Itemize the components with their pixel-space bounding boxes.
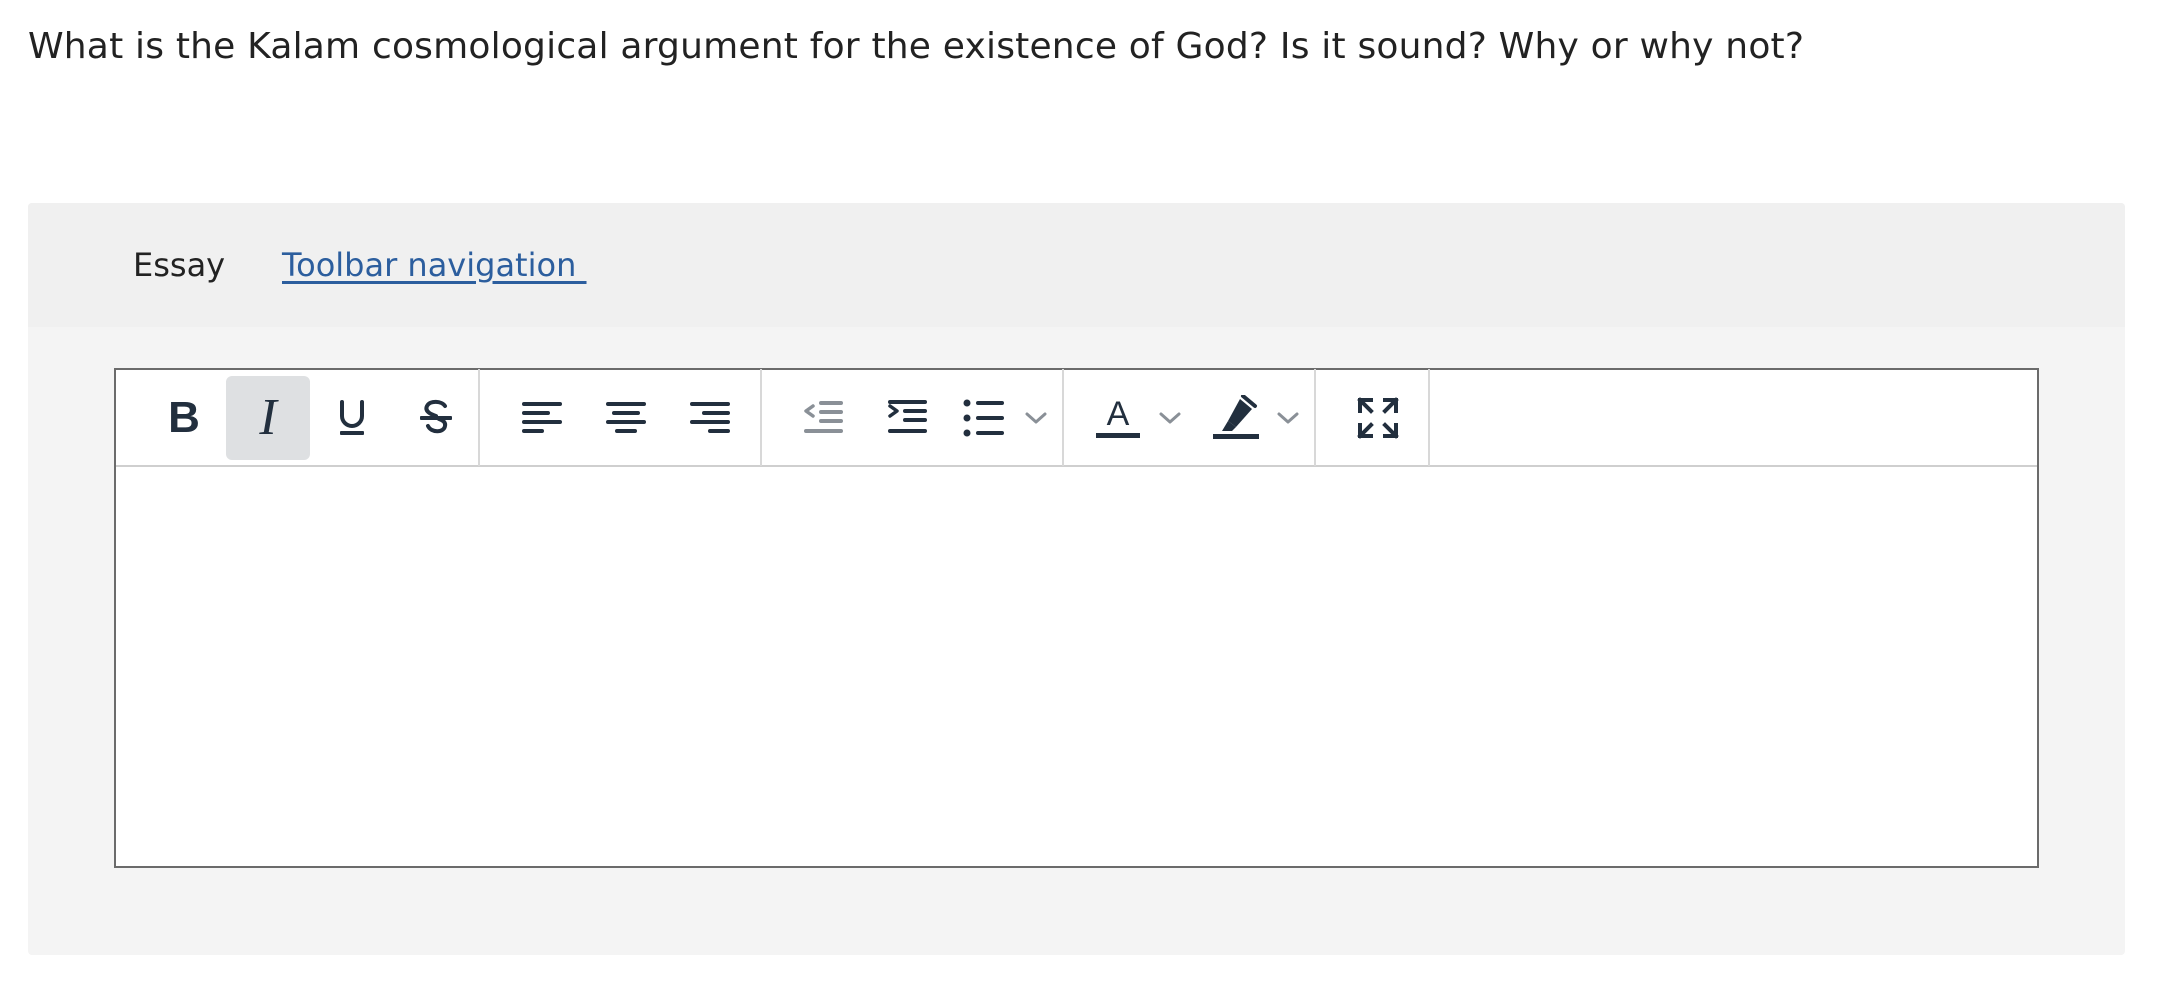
bold-icon: B: [168, 392, 200, 442]
highlight-color-button[interactable]: [1202, 376, 1270, 460]
align-right-icon: [690, 401, 730, 433]
toolbar-separator: [1428, 369, 1430, 466]
text-color-button[interactable]: A: [1084, 376, 1152, 460]
outdent-button[interactable]: [782, 376, 866, 460]
align-center-button[interactable]: [584, 376, 668, 460]
chevron-down-icon: [1159, 412, 1181, 423]
italic-button[interactable]: I: [226, 375, 310, 460]
underline-icon: [340, 399, 364, 435]
view-group: [1316, 369, 1428, 466]
essay-label: Essay: [133, 246, 226, 284]
alignment-group: [480, 369, 760, 466]
fullscreen-icon: [1357, 396, 1399, 439]
italic-icon: I: [259, 389, 277, 446]
underline-button[interactable]: [310, 376, 394, 460]
bullet-list-icon: [963, 399, 1004, 436]
text-color-icon: A: [1096, 396, 1140, 438]
bullet-list-split-button[interactable]: [950, 376, 1054, 460]
align-right-button[interactable]: [668, 376, 752, 460]
indent-list-group: [762, 369, 1062, 466]
chevron-down-icon: [1277, 412, 1299, 423]
text-color-dropdown[interactable]: [1152, 376, 1188, 460]
editor-toolbar: B I A: [116, 369, 2037, 467]
toolbar-navigation-link[interactable]: Toolbar navigation: [282, 245, 587, 285]
question-text: What is the Kalam cosmological argument …: [28, 26, 1805, 67]
rich-text-editor: B I A: [114, 368, 2039, 868]
highlight-color-split-button[interactable]: [1202, 376, 1306, 460]
bullet-list-dropdown[interactable]: [1018, 376, 1054, 460]
formatting-group: B I: [142, 369, 478, 466]
text-color-split-button[interactable]: A: [1084, 376, 1188, 460]
highlighter-icon: [1213, 394, 1259, 439]
essay-header: Essay Toolbar navigation: [28, 203, 2125, 327]
bullet-list-button[interactable]: [950, 376, 1018, 460]
outdent-icon: [804, 400, 843, 433]
essay-panel: Essay Toolbar navigation B I A: [28, 203, 2125, 955]
fullscreen-button[interactable]: [1336, 376, 1420, 460]
bold-button[interactable]: B: [142, 376, 226, 460]
chevron-down-icon: [1025, 412, 1047, 423]
strikethrough-button[interactable]: [394, 376, 478, 460]
highlight-color-dropdown[interactable]: [1270, 376, 1306, 460]
indent-icon: [888, 399, 927, 433]
align-left-button[interactable]: [500, 376, 584, 460]
align-center-icon: [606, 401, 646, 433]
text-color-glyph: A: [1107, 396, 1130, 433]
essay-text-area[interactable]: [116, 467, 2037, 866]
strikethrough-icon: [420, 399, 452, 433]
align-left-icon: [522, 401, 562, 433]
indent-button[interactable]: [866, 376, 950, 460]
color-group: A: [1064, 369, 1314, 466]
